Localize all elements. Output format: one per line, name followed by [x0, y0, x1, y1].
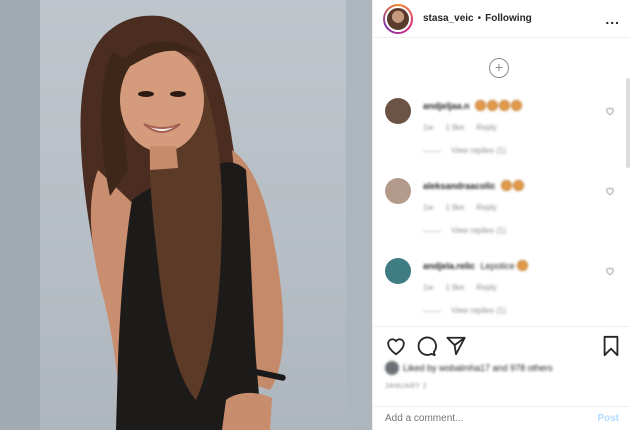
- comment-meta: 1w 1 like Reply: [423, 203, 593, 212]
- comment-message: Lepotice: [480, 261, 515, 271]
- comments-list[interactable]: + andjeljaa.n 1w 1 like Reply View repli…: [373, 38, 630, 326]
- comment-avatar[interactable]: [385, 98, 411, 124]
- comment-username[interactable]: andjeljaa.n: [423, 101, 470, 111]
- add-comment-bar: Post: [373, 406, 630, 430]
- comment-avatar[interactable]: [385, 258, 411, 284]
- like-heart-icon[interactable]: [385, 335, 407, 357]
- comment-text: andjeljaa.n: [423, 100, 593, 111]
- photo-subject: [40, 0, 346, 430]
- comment-meta: 1w 1 like Reply: [423, 283, 593, 292]
- more-options-icon[interactable]: ...: [605, 12, 620, 26]
- comment-reply-button[interactable]: Reply: [476, 283, 496, 292]
- comment-body: aleksandraacolic 1w 1 like Reply View re…: [423, 180, 593, 235]
- comment-like-heart-icon[interactable]: [605, 106, 615, 116]
- comment-likes[interactable]: 1 like: [445, 203, 464, 212]
- comment-emoji: [475, 100, 523, 111]
- comment-meta: 1w 1 like Reply: [423, 123, 593, 132]
- view-replies-button[interactable]: View replies (1): [423, 306, 593, 315]
- comment-avatar[interactable]: [385, 178, 411, 204]
- view-replies-button[interactable]: View replies (1): [423, 226, 593, 235]
- post-date: JANUARY 2: [385, 383, 427, 390]
- comment-text: andjela.relic Lepotice: [423, 260, 593, 271]
- share-paper-plane-icon[interactable]: [445, 335, 467, 357]
- post-modal: stasa_veic • Following ... + andjeljaa.n…: [0, 0, 630, 430]
- comment-username[interactable]: andjela.relic: [423, 261, 475, 271]
- view-replies-button[interactable]: View replies (1): [423, 146, 593, 155]
- comment-body: andjeljaa.n 1w 1 like Reply View replies…: [423, 100, 593, 155]
- comment-bubble-icon[interactable]: [415, 335, 437, 357]
- comment-time: 1w: [423, 283, 434, 292]
- likes-summary[interactable]: Liked by wobalmha17 and 978 others: [385, 361, 553, 375]
- comment-time: 1w: [423, 203, 434, 212]
- likes-text[interactable]: Liked by wobalmha17 and 978 others: [403, 363, 553, 373]
- comment-reply-button[interactable]: Reply: [476, 123, 496, 132]
- save-bookmark-icon[interactable]: [601, 335, 621, 357]
- author-username[interactable]: stasa_veic: [423, 13, 474, 24]
- comments-scrollbar[interactable]: [626, 78, 630, 168]
- post-photo[interactable]: [0, 0, 372, 430]
- header-separator: •: [477, 13, 482, 24]
- comment-emoji: [517, 260, 529, 271]
- comment-username[interactable]: aleksandraacolic: [423, 181, 496, 191]
- post-comment-button[interactable]: Post: [597, 413, 619, 424]
- post-header: stasa_veic • Following ...: [373, 0, 630, 38]
- comment-reply-button[interactable]: Reply: [476, 203, 496, 212]
- following-button[interactable]: Following: [485, 13, 532, 24]
- comment-like-heart-icon[interactable]: [605, 186, 615, 196]
- comment-likes[interactable]: 1 like: [445, 283, 464, 292]
- post-actions: Liked by wobalmha17 and 978 others JANUA…: [373, 326, 630, 406]
- comment-likes[interactable]: 1 like: [445, 123, 464, 132]
- comment-body: andjela.relic Lepotice 1w 1 like Reply V…: [423, 260, 593, 315]
- load-more-comments-icon[interactable]: +: [489, 58, 509, 78]
- action-icons: [385, 335, 621, 357]
- comment-text: aleksandraacolic: [423, 180, 593, 191]
- post-sidebar: stasa_veic • Following ... + andjeljaa.n…: [372, 0, 630, 430]
- comment-like-heart-icon[interactable]: [605, 266, 615, 276]
- author-avatar[interactable]: [383, 3, 413, 34]
- liker-avatar[interactable]: [385, 361, 399, 375]
- comment-input[interactable]: [385, 413, 598, 424]
- comment-emoji: [501, 180, 525, 191]
- comment-time: 1w: [423, 123, 434, 132]
